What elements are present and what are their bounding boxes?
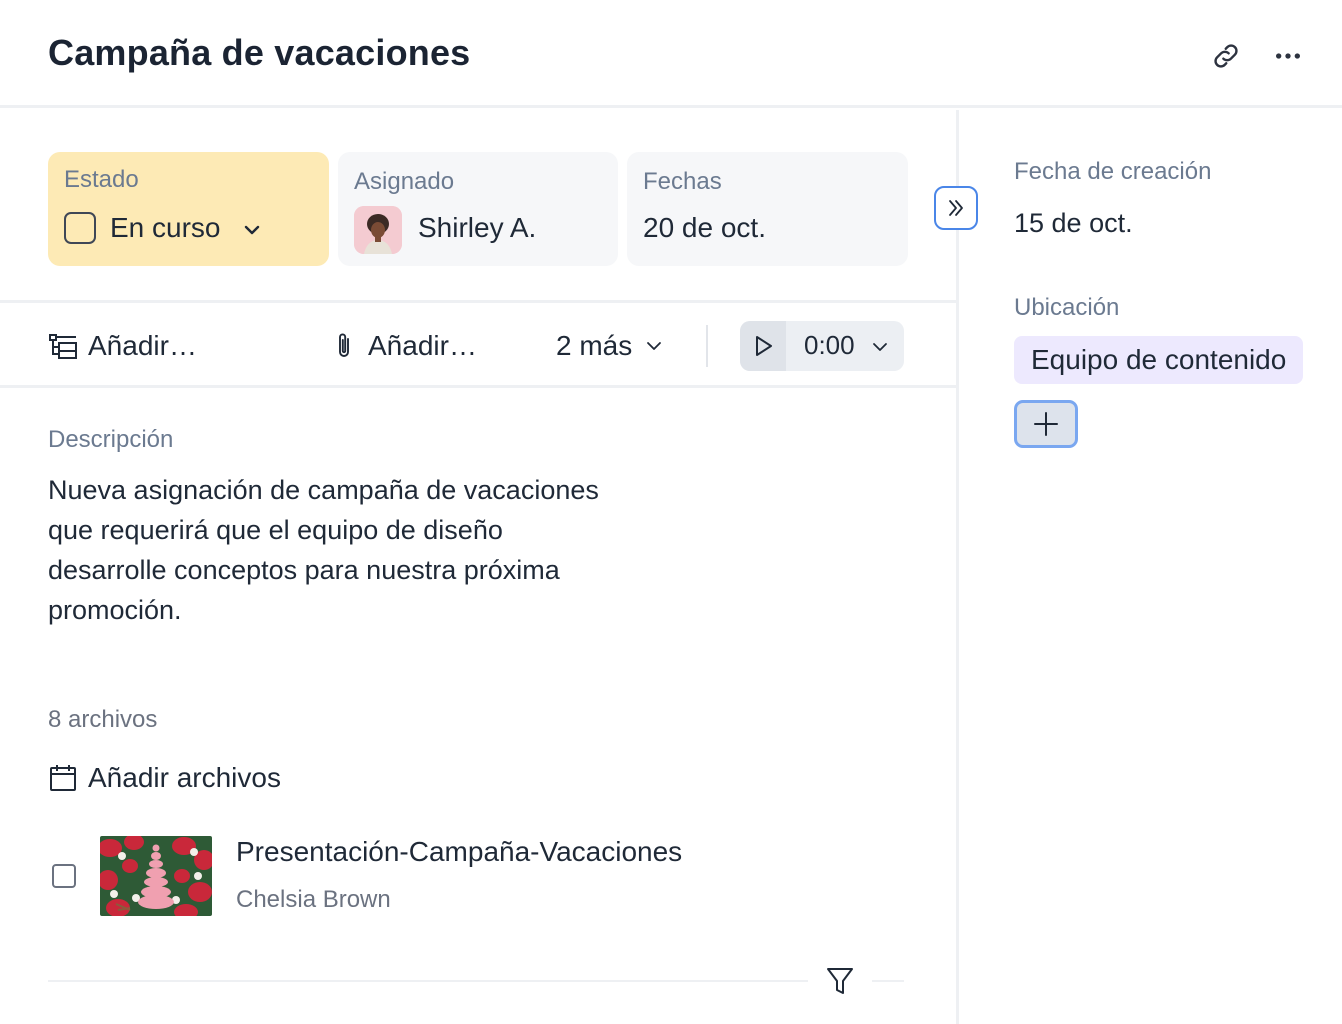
task-header: Campaña de vacaciones — [0, 0, 1342, 108]
subtask-icon — [49, 334, 77, 359]
calendar-icon — [50, 765, 76, 791]
avatar — [354, 206, 402, 254]
timer-value: 0:00 — [804, 330, 855, 360]
more-horizontal-icon[interactable] — [1268, 36, 1308, 76]
file-thumbnail[interactable] — [100, 836, 212, 916]
more-options-dropdown[interactable]: 2 más — [556, 327, 664, 365]
chevrons-right-icon — [949, 200, 963, 216]
assignee-card[interactable]: Asignado Shirley A. — [338, 152, 618, 266]
dates-value: 20 de oct. — [643, 212, 766, 243]
play-icon — [756, 336, 772, 356]
status-label: Estado — [64, 166, 139, 193]
page-title: Campaña de vacaciones — [48, 32, 471, 73]
description-label: Descripción — [48, 426, 174, 453]
chevron-down-icon[interactable] — [870, 337, 890, 357]
add-subtask-button[interactable]: Añadir… — [48, 327, 197, 365]
panel-divider — [956, 110, 959, 1024]
file-checkbox[interactable] — [52, 864, 76, 888]
play-button[interactable] — [740, 321, 786, 371]
add-attachment-button[interactable]: Añadir… — [332, 327, 477, 365]
more-options-label: 2 más — [556, 330, 633, 361]
divider — [872, 980, 904, 982]
dates-card[interactable]: Fechas 20 de oct. — [627, 152, 908, 266]
status-checkbox[interactable] — [64, 212, 96, 244]
toolbar-separator — [706, 325, 708, 367]
file-author: Chelsia Brown — [236, 886, 391, 913]
add-subtask-label: Añadir… — [88, 330, 197, 361]
dates-label: Fechas — [643, 168, 722, 195]
status-card[interactable]: Estado En curso — [48, 152, 329, 266]
plus-icon — [1034, 412, 1058, 436]
filter-icon[interactable] — [824, 964, 856, 998]
description-text[interactable]: Nueva asignación de campaña de vacacione… — [48, 470, 608, 630]
status-value: En curso — [110, 212, 221, 243]
file-name[interactable]: Presentación-Campaña-Vacaciones — [236, 836, 682, 868]
paperclip-icon — [339, 333, 349, 357]
add-files-button[interactable]: Añadir archivos — [48, 762, 281, 794]
divider — [48, 980, 808, 982]
location-label: Ubicación — [1014, 294, 1120, 321]
task-toolbar: Añadir… Añadir… 2 más 0:00 — [0, 300, 956, 388]
created-date-label: Fecha de creación — [1014, 158, 1212, 185]
chevron-down-icon — [647, 342, 662, 350]
time-tracker[interactable]: 0:00 — [740, 321, 904, 371]
assignee-label: Asignado — [354, 168, 455, 195]
link-icon[interactable] — [1206, 36, 1246, 76]
created-date-value: 15 de oct. — [1014, 208, 1133, 238]
add-files-label: Añadir archivos — [88, 762, 281, 793]
expand-sidebar-button[interactable] — [934, 186, 978, 230]
add-attachment-label: Añadir… — [368, 330, 477, 361]
location-chip[interactable]: Equipo de contenido — [1014, 336, 1304, 384]
file-item[interactable]: Presentación-Campaña-Vacaciones Chelsia … — [48, 834, 908, 918]
assignee-name: Shirley A. — [418, 212, 537, 243]
add-location-button[interactable] — [1014, 400, 1078, 448]
chevron-down-icon[interactable] — [242, 220, 262, 240]
files-count: 8 archivos — [48, 706, 158, 733]
